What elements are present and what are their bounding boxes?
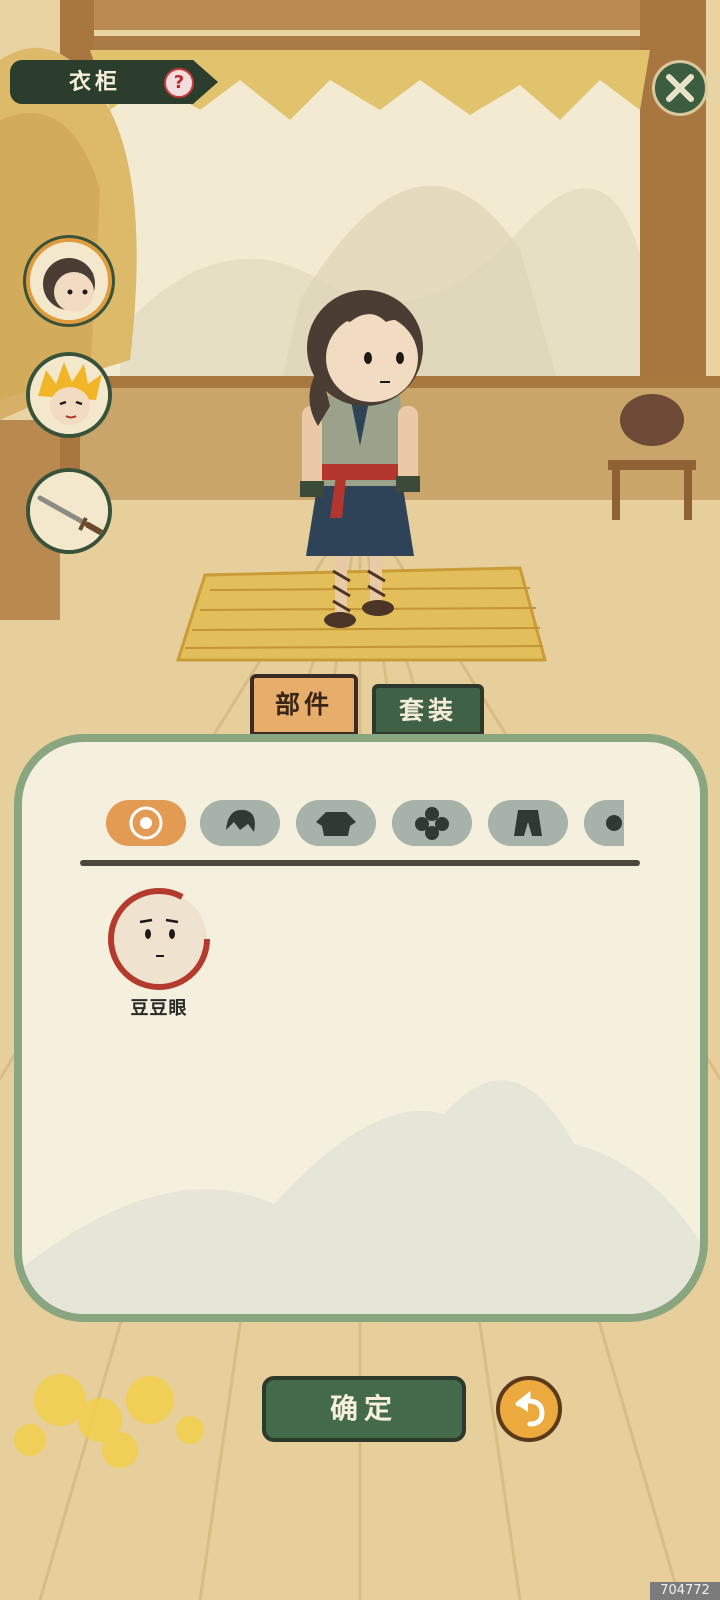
bean-eyes-face-icon [108, 888, 210, 990]
tab-parts[interactable]: 部件 [250, 674, 358, 736]
category-clothing[interactable] [296, 800, 376, 846]
clothing-icon [316, 812, 356, 836]
tab-outfit[interactable]: 套装 [372, 684, 484, 736]
category-accessory[interactable] [392, 800, 472, 846]
character-portrait-icon [30, 242, 108, 320]
item-bean-eyes[interactable] [104, 884, 214, 994]
pants-icon [514, 810, 542, 836]
category-pants[interactable] [488, 800, 568, 846]
confirm-button[interactable]: 确定 [262, 1376, 466, 1442]
undo-button[interactable] [496, 1376, 562, 1442]
close-button[interactable] [652, 60, 708, 116]
undo-icon [515, 1390, 545, 1427]
category-more[interactable] [584, 800, 624, 846]
side-button-weapon[interactable] [26, 468, 112, 554]
category-face[interactable] [106, 800, 186, 846]
hairstyle-icon [226, 809, 255, 832]
flower-accessory-icon [415, 807, 449, 840]
page-title: 衣柜 [68, 69, 121, 95]
character-preview [300, 290, 423, 628]
category-hair[interactable] [200, 800, 280, 846]
face-features-icon [129, 806, 163, 840]
watermark: 704772 [650, 1582, 720, 1600]
close-icon [666, 74, 694, 102]
title-banner: 衣柜 ? [10, 60, 218, 104]
help-icon[interactable]: ? [164, 68, 194, 98]
more-category-icon [606, 815, 622, 831]
golden-hair-portrait-icon [30, 356, 108, 434]
side-button-hero[interactable] [26, 352, 112, 438]
sword-icon [30, 472, 108, 550]
category-divider [80, 860, 640, 866]
item-label: 豆豆眼 [130, 998, 188, 1019]
side-button-character[interactable] [26, 238, 112, 324]
